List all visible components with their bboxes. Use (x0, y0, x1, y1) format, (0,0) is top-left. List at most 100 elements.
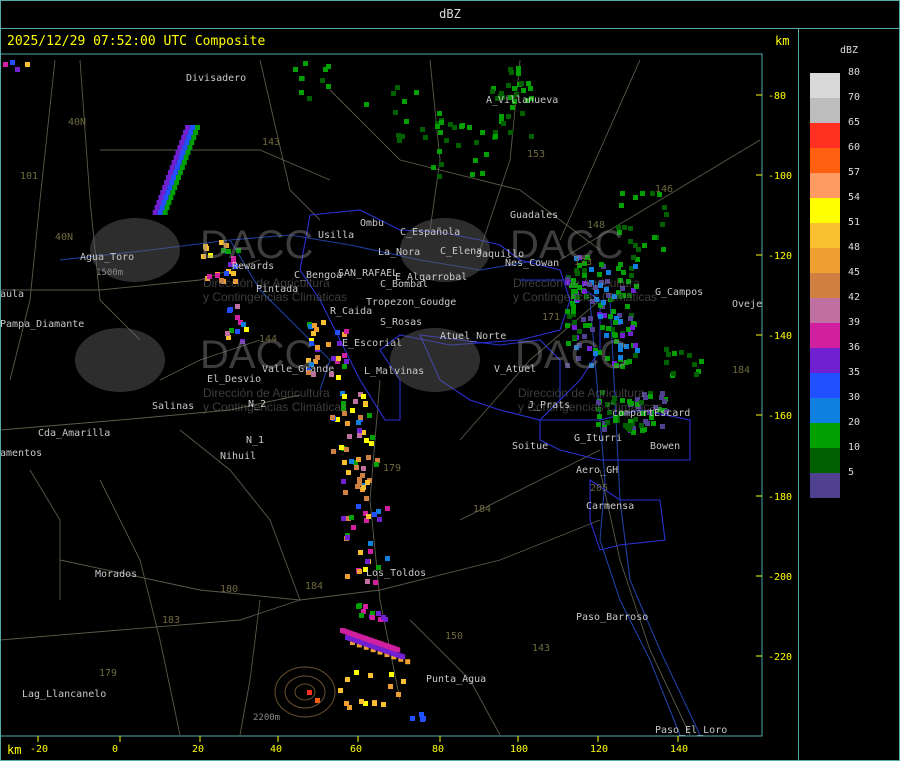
dacc-line1: Dirección de Agricultura (513, 276, 640, 290)
echo-cell (473, 158, 478, 163)
echo-cell (365, 559, 370, 564)
radar-map[interactable]: DACC Dirección de Agricultura y Continge… (0, 0, 900, 761)
echo-cell (391, 91, 396, 96)
department-boundaries (299, 209, 691, 551)
place-label: L_Malvinas (364, 366, 424, 377)
echo-cell (342, 353, 347, 358)
echo-cell (170, 190, 176, 195)
echo-cell (605, 420, 610, 425)
echo-cell (529, 134, 534, 139)
echo-cell (385, 556, 390, 561)
echo-cell (377, 517, 382, 522)
dacc-logo-mark (75, 328, 165, 392)
echo-cell (174, 165, 180, 170)
echo-cell (183, 155, 189, 160)
echo-cell (521, 88, 526, 93)
legend-swatch (810, 423, 840, 448)
echo-cell (633, 195, 638, 200)
place-label: amentos (0, 448, 42, 459)
place-label: C_Bombal (380, 279, 428, 290)
place-label: E_Escorial (342, 338, 402, 349)
echo-cell (358, 415, 363, 420)
x-tick-label: 140 (670, 744, 688, 755)
echo-cell (307, 690, 312, 695)
place-label: N_1 (246, 435, 264, 446)
place-label: La_Nora (378, 247, 420, 258)
road-number-label: 40N (68, 117, 86, 128)
echo-cell (195, 125, 200, 130)
dacc-line1: Dirección de Agricultura (203, 386, 330, 400)
echo-cell (191, 135, 197, 140)
road-number-label: 146 (655, 184, 673, 195)
echo-cell (345, 535, 350, 540)
echo-cell (581, 317, 586, 322)
echo-cell (344, 701, 349, 706)
legend-swatch (810, 473, 840, 498)
echo-cell (598, 314, 603, 319)
place-label: C_Española (400, 227, 460, 238)
legend-level-label: 60 (848, 142, 861, 153)
echo-cell (185, 150, 191, 155)
echo-cell (642, 243, 647, 248)
y-tick-label: -220 (768, 652, 792, 663)
place-label: Tropezon_Goudge (366, 297, 456, 308)
echo-cell (158, 195, 164, 200)
legend-level-label: 20 (848, 417, 861, 428)
x-tick-label: 120 (590, 744, 608, 755)
place-label: G_Campos (655, 287, 703, 298)
road-number-label: 179 (383, 463, 401, 474)
echo-cell (344, 359, 349, 364)
echo-cell (315, 345, 320, 350)
echo-cell (509, 70, 514, 75)
echo-cell (350, 408, 355, 413)
echo-cell (339, 445, 344, 450)
place-label: V_Atuel (494, 364, 536, 375)
echo-cell (167, 170, 173, 175)
legend-swatch (810, 323, 840, 348)
echo-cell (633, 343, 638, 348)
echo-cell (373, 580, 378, 585)
legend-swatch (810, 248, 840, 273)
echo-cell (397, 138, 402, 143)
echo-cell (163, 195, 169, 200)
echo-cell (410, 716, 415, 721)
echo-cell (180, 150, 186, 155)
legend-swatch (810, 173, 840, 198)
echo-cell (357, 481, 362, 486)
echo-cell (431, 165, 436, 170)
echo-cell (361, 394, 366, 399)
echo-cell (162, 210, 168, 215)
echo-cell (370, 435, 375, 440)
echo-cell (508, 130, 513, 135)
echo-cell (349, 459, 354, 464)
echo-cell (400, 654, 406, 660)
echo-cell (162, 185, 168, 190)
road-number-label: 173 (574, 257, 592, 268)
echo-cell (370, 615, 375, 620)
echo-cell (438, 130, 443, 135)
echo-cell (368, 549, 373, 554)
dacc-line1: Dirección de Agricultura (518, 386, 645, 400)
echo-cell (420, 127, 425, 132)
echo-cell (480, 171, 485, 176)
echo-cell (356, 604, 361, 609)
echo-cell (516, 71, 521, 76)
echo-cell (187, 145, 193, 150)
place-label: Bowen (650, 441, 680, 452)
echo-cell (385, 506, 390, 511)
echo-cell (437, 174, 442, 179)
echo-cell (662, 205, 667, 210)
x-tick-label: 20 (192, 744, 204, 755)
echo-cell (183, 130, 189, 135)
legend-swatch (810, 223, 840, 248)
echo-cell (357, 569, 362, 574)
y-tick-label: -120 (768, 251, 792, 262)
echo-cell (490, 89, 495, 94)
place-label: Ñes_Cowan (505, 256, 559, 269)
x-tick-label: -20 (30, 744, 48, 755)
echo-cell (347, 434, 352, 439)
echo-cell (341, 516, 346, 521)
legend-level-label: 51 (848, 217, 861, 228)
echo-cell (235, 304, 240, 309)
radar-viewer: dBZ DACC Dirección de Agricultura y Cont… (0, 0, 900, 761)
